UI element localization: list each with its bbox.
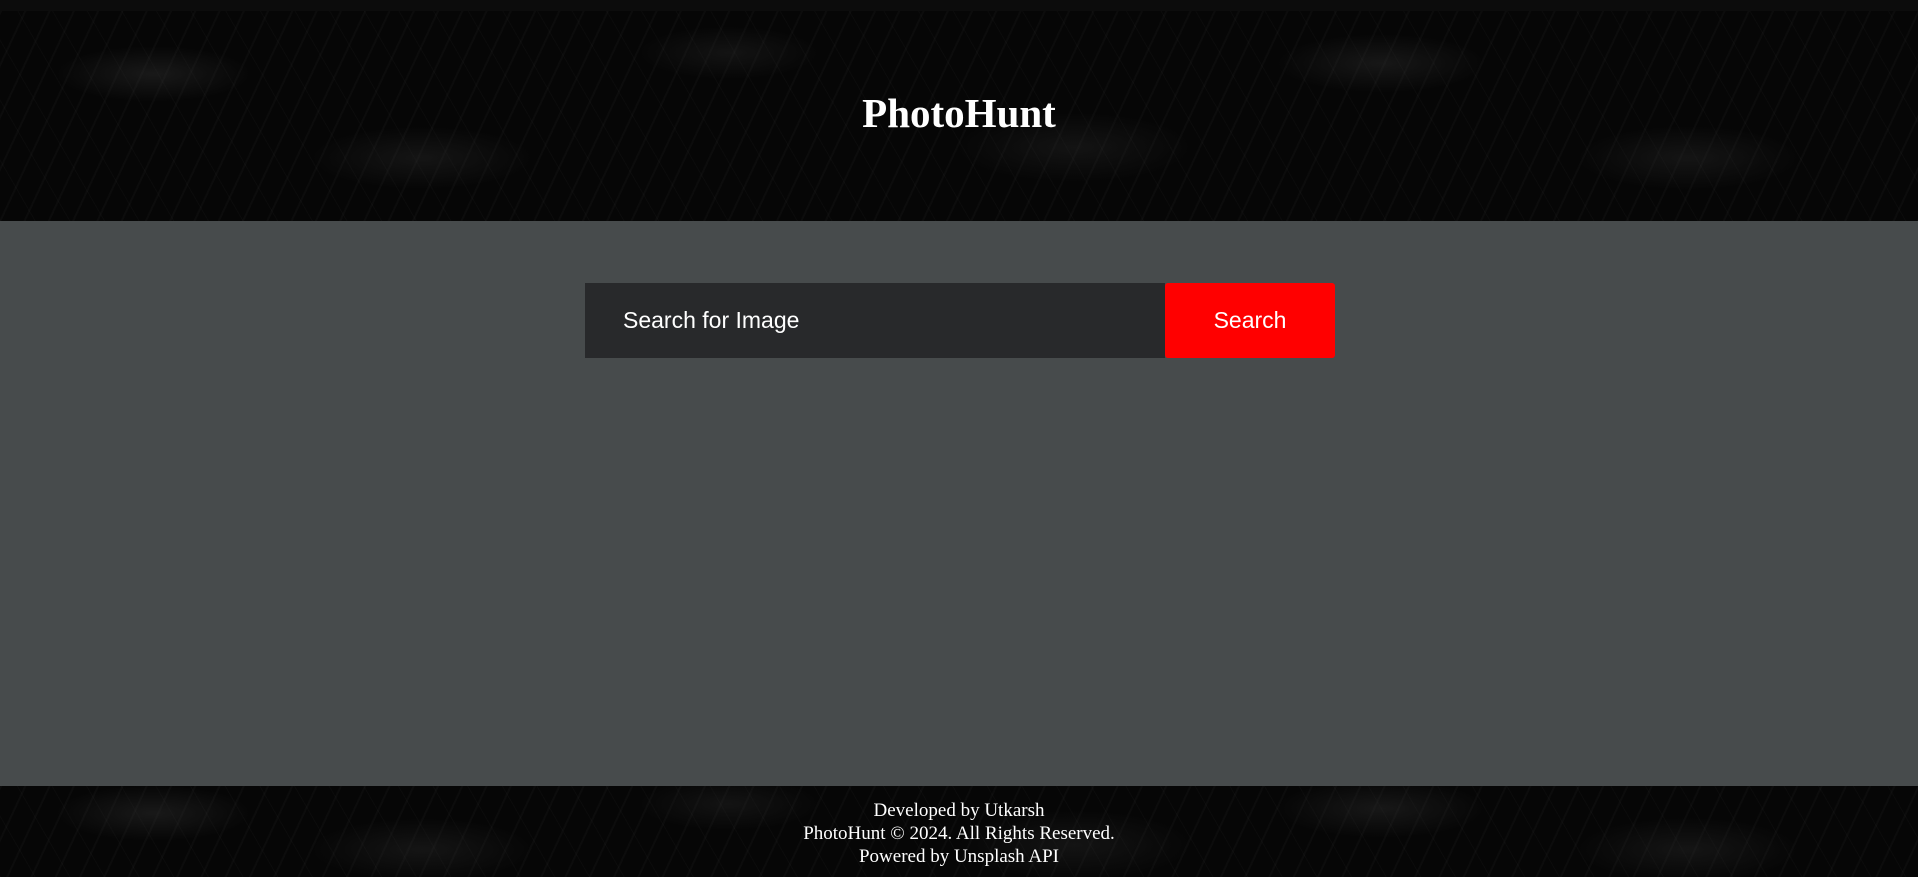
footer-developer-text: Developed by Utkarsh	[873, 800, 1045, 821]
search-form: Search	[585, 283, 1335, 358]
search-button[interactable]: Search	[1165, 283, 1335, 358]
search-input[interactable]	[585, 283, 1165, 358]
footer-powered-text: Powered by Unsplash API	[858, 846, 1060, 867]
header-banner: PhotoHunt	[0, 11, 1918, 221]
footer-copyright-text: PhotoHunt © 2024. All Rights Reserved.	[803, 823, 1115, 844]
footer: Developed by Utkarsh PhotoHunt © 2024. A…	[0, 786, 1918, 877]
page-title: PhotoHunt	[862, 90, 1056, 136]
top-strip	[0, 0, 1918, 11]
main-content: Search	[0, 221, 1918, 786]
